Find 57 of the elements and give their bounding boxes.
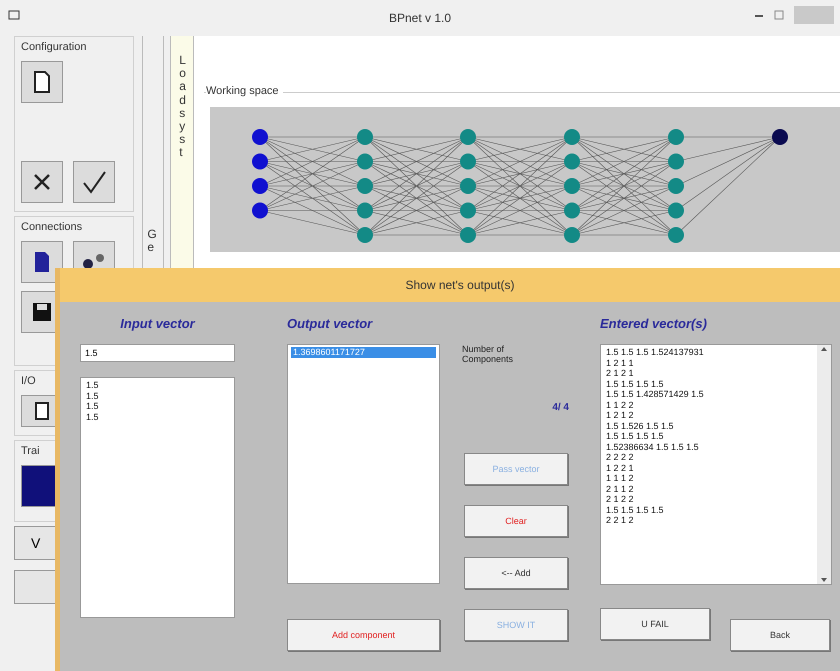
list-item[interactable]: 1 2 2 1 xyxy=(604,462,634,473)
entered-vectors-list[interactable] xyxy=(600,344,832,585)
input-field[interactable]: 1.5 xyxy=(80,344,235,362)
group-label: I/O xyxy=(21,375,36,387)
list-item[interactable]: 2 2 1 2 xyxy=(604,515,634,526)
list-item[interactable]: 1 2 1 2 xyxy=(604,410,634,420)
column-heading: Output vector xyxy=(287,316,374,333)
group-label: Connections xyxy=(21,221,82,233)
scroll-up-icon[interactable] xyxy=(820,345,828,353)
document-icon xyxy=(34,402,50,420)
column-heading: Input vector xyxy=(119,316,196,333)
list-item[interactable]: 1 1 1 2 xyxy=(604,473,634,484)
list-item[interactable]: 2 1 1 2 xyxy=(604,484,634,494)
list-item[interactable]: 1.5 1.5 1.5 1.5 xyxy=(604,378,664,389)
column-heading: Entered vector(s) xyxy=(600,316,708,333)
list-item[interactable]: 1 2 1 1 xyxy=(604,358,634,368)
list-item[interactable]: 1.5 xyxy=(84,380,99,390)
app-icon xyxy=(8,10,20,20)
list-item[interactable]: 1.5 1.5 1.5 1.524137931 xyxy=(604,347,704,358)
list-item[interactable]: 1.5 1.526 1.5 1.5 xyxy=(604,420,674,431)
list-item[interactable]: 2 1 2 2 xyxy=(604,494,634,504)
cross-icon xyxy=(32,172,52,192)
confirm-button[interactable] xyxy=(73,161,115,203)
dialog-button[interactable]: <-- Add xyxy=(464,557,568,589)
list-item[interactable]: 2 1 2 1 xyxy=(604,368,634,378)
list-item[interactable]: 1.52386634 1.5 1.5 1.5 xyxy=(604,442,699,452)
group-label: Trai xyxy=(21,445,40,457)
scrollbar[interactable] xyxy=(817,345,831,584)
input-list[interactable]: 1.5 1.5 1.5 1.5 xyxy=(80,377,235,618)
window-title: BPnet v 1.0 xyxy=(388,11,452,25)
maximize-icon[interactable] xyxy=(774,10,784,20)
components-label: Number of Components xyxy=(462,344,514,364)
add-component-button[interactable]: Add component xyxy=(287,619,440,651)
dialog-button[interactable]: Clear xyxy=(464,505,568,537)
list-item[interactable]: 1.5 xyxy=(84,401,99,412)
dialog-button[interactable]: Back xyxy=(730,619,830,651)
document-icon xyxy=(33,251,51,273)
vertical-label: Ge xyxy=(147,228,156,254)
cancel-button[interactable] xyxy=(21,161,63,203)
list-item[interactable]: 1.5 xyxy=(84,390,99,401)
document-icon xyxy=(33,71,51,93)
list-item[interactable]: 1 1 2 2 xyxy=(604,400,634,410)
dialog-title: Show net's output(s) xyxy=(405,278,514,292)
group-label: Configuration xyxy=(21,41,86,53)
list-item[interactable]: 1.5 xyxy=(84,412,99,422)
list-item[interactable]: 1.5 1.5 1.5 1.5 xyxy=(604,431,664,442)
group-label: Working space xyxy=(206,85,283,97)
load-button[interactable] xyxy=(21,241,63,283)
scroll-down-icon[interactable] xyxy=(820,576,828,584)
list-item[interactable]: 1.5 1.5 1.5 1.5 xyxy=(604,504,664,515)
components-count: 4/ 4 xyxy=(551,402,569,413)
new-file-button[interactable] xyxy=(21,61,63,103)
list-item[interactable]: 1.5 1.5 1.428571429 1.5 xyxy=(604,389,704,400)
list-item[interactable]: 2 2 2 2 xyxy=(604,452,634,462)
vertical-label: Load syst xyxy=(179,54,187,160)
checkmark-icon xyxy=(81,169,107,195)
dialog-button[interactable]: U FAIL xyxy=(600,608,710,640)
